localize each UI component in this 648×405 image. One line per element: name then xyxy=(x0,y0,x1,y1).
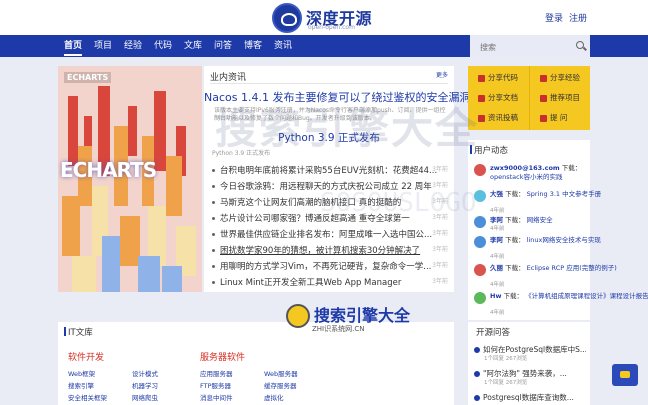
watermark-latin: SOSOUSLOGO xyxy=(320,188,477,218)
recommend-project-button[interactable]: 推荐项目 xyxy=(540,92,580,106)
activity-target[interactable]: linux网络安全技术与实现 xyxy=(527,236,601,244)
watermark-logo-icon xyxy=(286,304,310,328)
divider xyxy=(529,66,530,130)
code-icon xyxy=(478,74,485,82)
news-more-link[interactable]: 更多 xyxy=(436,70,448,79)
library-link[interactable]: Web服务器 xyxy=(264,368,298,378)
library-link[interactable]: 网络爬虫 xyxy=(132,392,158,402)
logo-mark-icon xyxy=(272,3,302,33)
banner-image[interactable]: ECHARTS ECHARTS xyxy=(58,66,202,292)
user-activity-panel: 用户动态 zwx9000@163.com 下载： openstack容小米的实践… xyxy=(468,140,648,320)
it-library-panel: IT文库 软件开发 服务器软件 Web框架 设计模式 应用服务器 Web服务器 … xyxy=(58,322,454,405)
activity-entry: 李阿 下载： linux网络安全技术与实现 4年前 xyxy=(474,234,601,260)
avatar[interactable] xyxy=(474,164,486,176)
library-link[interactable]: 搜索引擎 xyxy=(68,380,94,390)
question-icon xyxy=(474,347,480,353)
chat-icon xyxy=(620,371,630,378)
library-link[interactable]: 安全相关框架 xyxy=(68,392,107,402)
activity-user[interactable]: 李阿 xyxy=(490,216,503,224)
news-item[interactable]: 困扰数学家90年的猜想，被计算机搜索30分钟解决了 3年前 xyxy=(212,244,448,258)
activity-user[interactable]: Hw xyxy=(490,292,501,300)
experience-icon xyxy=(540,74,547,82)
category-software-dev[interactable]: 软件开发 xyxy=(68,350,104,363)
search-icon[interactable] xyxy=(576,41,584,49)
news-item[interactable]: 世界最佳供应链企业排名发布：阿里成唯一入选中国公... 3年前 xyxy=(212,228,448,242)
activity-target[interactable]: Spring 3.1 中文参考手册 xyxy=(527,190,601,198)
submit-news-button[interactable]: 资讯投稿 xyxy=(478,112,518,126)
site-logo[interactable]: 深度开源 open-open.com xyxy=(272,3,400,33)
qa-item[interactable]: 如何在PostgreSql数据库中S... 1个回复 267浏览 xyxy=(474,344,586,366)
activity-target[interactable]: Eclipse RCP 应用(完整的例子) xyxy=(527,264,617,272)
library-link[interactable]: 缓存服务器 xyxy=(264,380,297,390)
share-code-button[interactable]: 分享代码 xyxy=(478,72,518,86)
auth-links: 登录 注册 xyxy=(545,11,593,24)
question-icon xyxy=(474,371,480,377)
category-server-software[interactable]: 服务器软件 xyxy=(200,350,245,363)
top-bar: 深度开源 open-open.com 登录 注册 xyxy=(0,0,648,35)
avatar[interactable] xyxy=(474,236,486,248)
library-link[interactable]: FTP服务器 xyxy=(200,380,231,390)
search-box xyxy=(470,35,590,59)
share-document-button[interactable]: 分享文档 xyxy=(478,92,518,106)
qa-title: 开源问答 xyxy=(476,328,511,338)
open-qa-panel: 开源问答 如何在PostgreSql数据库中S... 1个回复 267浏览 "阿… xyxy=(468,322,590,405)
news-item[interactable]: Linux Mint正开发全新工具Web App Manager 3年前 xyxy=(212,276,448,290)
nav-library[interactable]: 文库 xyxy=(184,35,202,57)
activity-target[interactable]: openstack容小米的实践 xyxy=(490,171,562,181)
activity-user[interactable]: 大强 xyxy=(490,190,503,198)
nav-home[interactable]: 首页 xyxy=(64,35,83,57)
feedback-float-button[interactable] xyxy=(612,364,638,386)
banner-logo: ECHARTS xyxy=(64,72,112,83)
library-link[interactable]: 设计模式 xyxy=(132,368,158,378)
share-experience-button[interactable]: 分享经验 xyxy=(540,72,580,86)
login-link[interactable]: 登录 xyxy=(545,14,563,24)
logo-subtext: open-open.com xyxy=(308,24,355,31)
banner-title: ECHARTS xyxy=(60,158,157,182)
activity-target[interactable]: 《计算机组成原理课程设计》课程设计报告 xyxy=(525,292,648,300)
library-link[interactable]: 消息中间件 xyxy=(200,392,233,402)
library-link[interactable]: 应用服务器 xyxy=(200,368,233,378)
activity-title: 用户动态 xyxy=(469,145,509,156)
activity-entry: 久丽 下载： Eclipse RCP 应用(完整的例子) 4年前 xyxy=(474,262,617,288)
news-panel-title: 业内资讯 xyxy=(210,73,247,83)
activity-entry: Hw 下载： 《计算机组成原理课程设计》课程设计报告 4年前 xyxy=(474,290,648,316)
nav-projects[interactable]: 项目 xyxy=(94,35,112,57)
activity-user[interactable]: 久丽 xyxy=(490,264,503,272)
news-item[interactable]: 台积电明年底前将累计采购55台EUV光刻机：花费超44... 3年前 xyxy=(212,164,448,178)
qa-item[interactable]: "阿尔法狗" 强势来袭，... 1个回复 267浏览 xyxy=(474,368,586,390)
project-icon xyxy=(540,94,547,102)
avatar[interactable] xyxy=(474,292,486,304)
activity-target[interactable]: 网络安全 xyxy=(527,216,553,224)
watermark-badge: 搜索引擎大全 ZHI识系统网.CN xyxy=(286,302,410,340)
library-link[interactable]: 机器学习 xyxy=(132,380,158,390)
ask-question-button[interactable]: 提 问 xyxy=(540,112,567,126)
nav-code[interactable]: 代码 xyxy=(154,35,172,57)
activity-user[interactable]: 李阿 xyxy=(490,236,503,244)
question-icon xyxy=(540,114,547,122)
news-item[interactable]: 用聊明的方式学习Vim，不再死记硬背，复杂命令一学... 3年前 xyxy=(212,260,448,274)
avatar[interactable] xyxy=(474,264,486,276)
library-link[interactable]: Web框架 xyxy=(68,368,95,378)
nav-blog[interactable]: 博客 xyxy=(244,35,262,57)
activity-entry: 大强 下载： Spring 3.1 中文参考手册 4年前 xyxy=(474,188,601,214)
divider xyxy=(210,83,448,84)
nav-qa[interactable]: 问答 xyxy=(214,35,232,57)
question-icon xyxy=(474,395,480,401)
activity-entry: zwx9000@163.com 下载： openstack容小米的实践 xyxy=(474,162,586,188)
document-icon xyxy=(478,94,485,102)
library-link[interactable]: 虚拟化 xyxy=(264,392,284,402)
search-input[interactable] xyxy=(470,36,565,59)
nav-experience[interactable]: 经验 xyxy=(124,35,142,57)
register-link[interactable]: 注册 xyxy=(569,14,587,24)
watermark-text: 搜索引擎大全 xyxy=(215,104,480,153)
qa-item[interactable]: Postgresql数据库查询数... xyxy=(474,392,586,405)
it-library-title: IT文库 xyxy=(64,327,93,338)
news-icon xyxy=(478,114,485,122)
nav-news[interactable]: 资讯 xyxy=(274,35,292,57)
